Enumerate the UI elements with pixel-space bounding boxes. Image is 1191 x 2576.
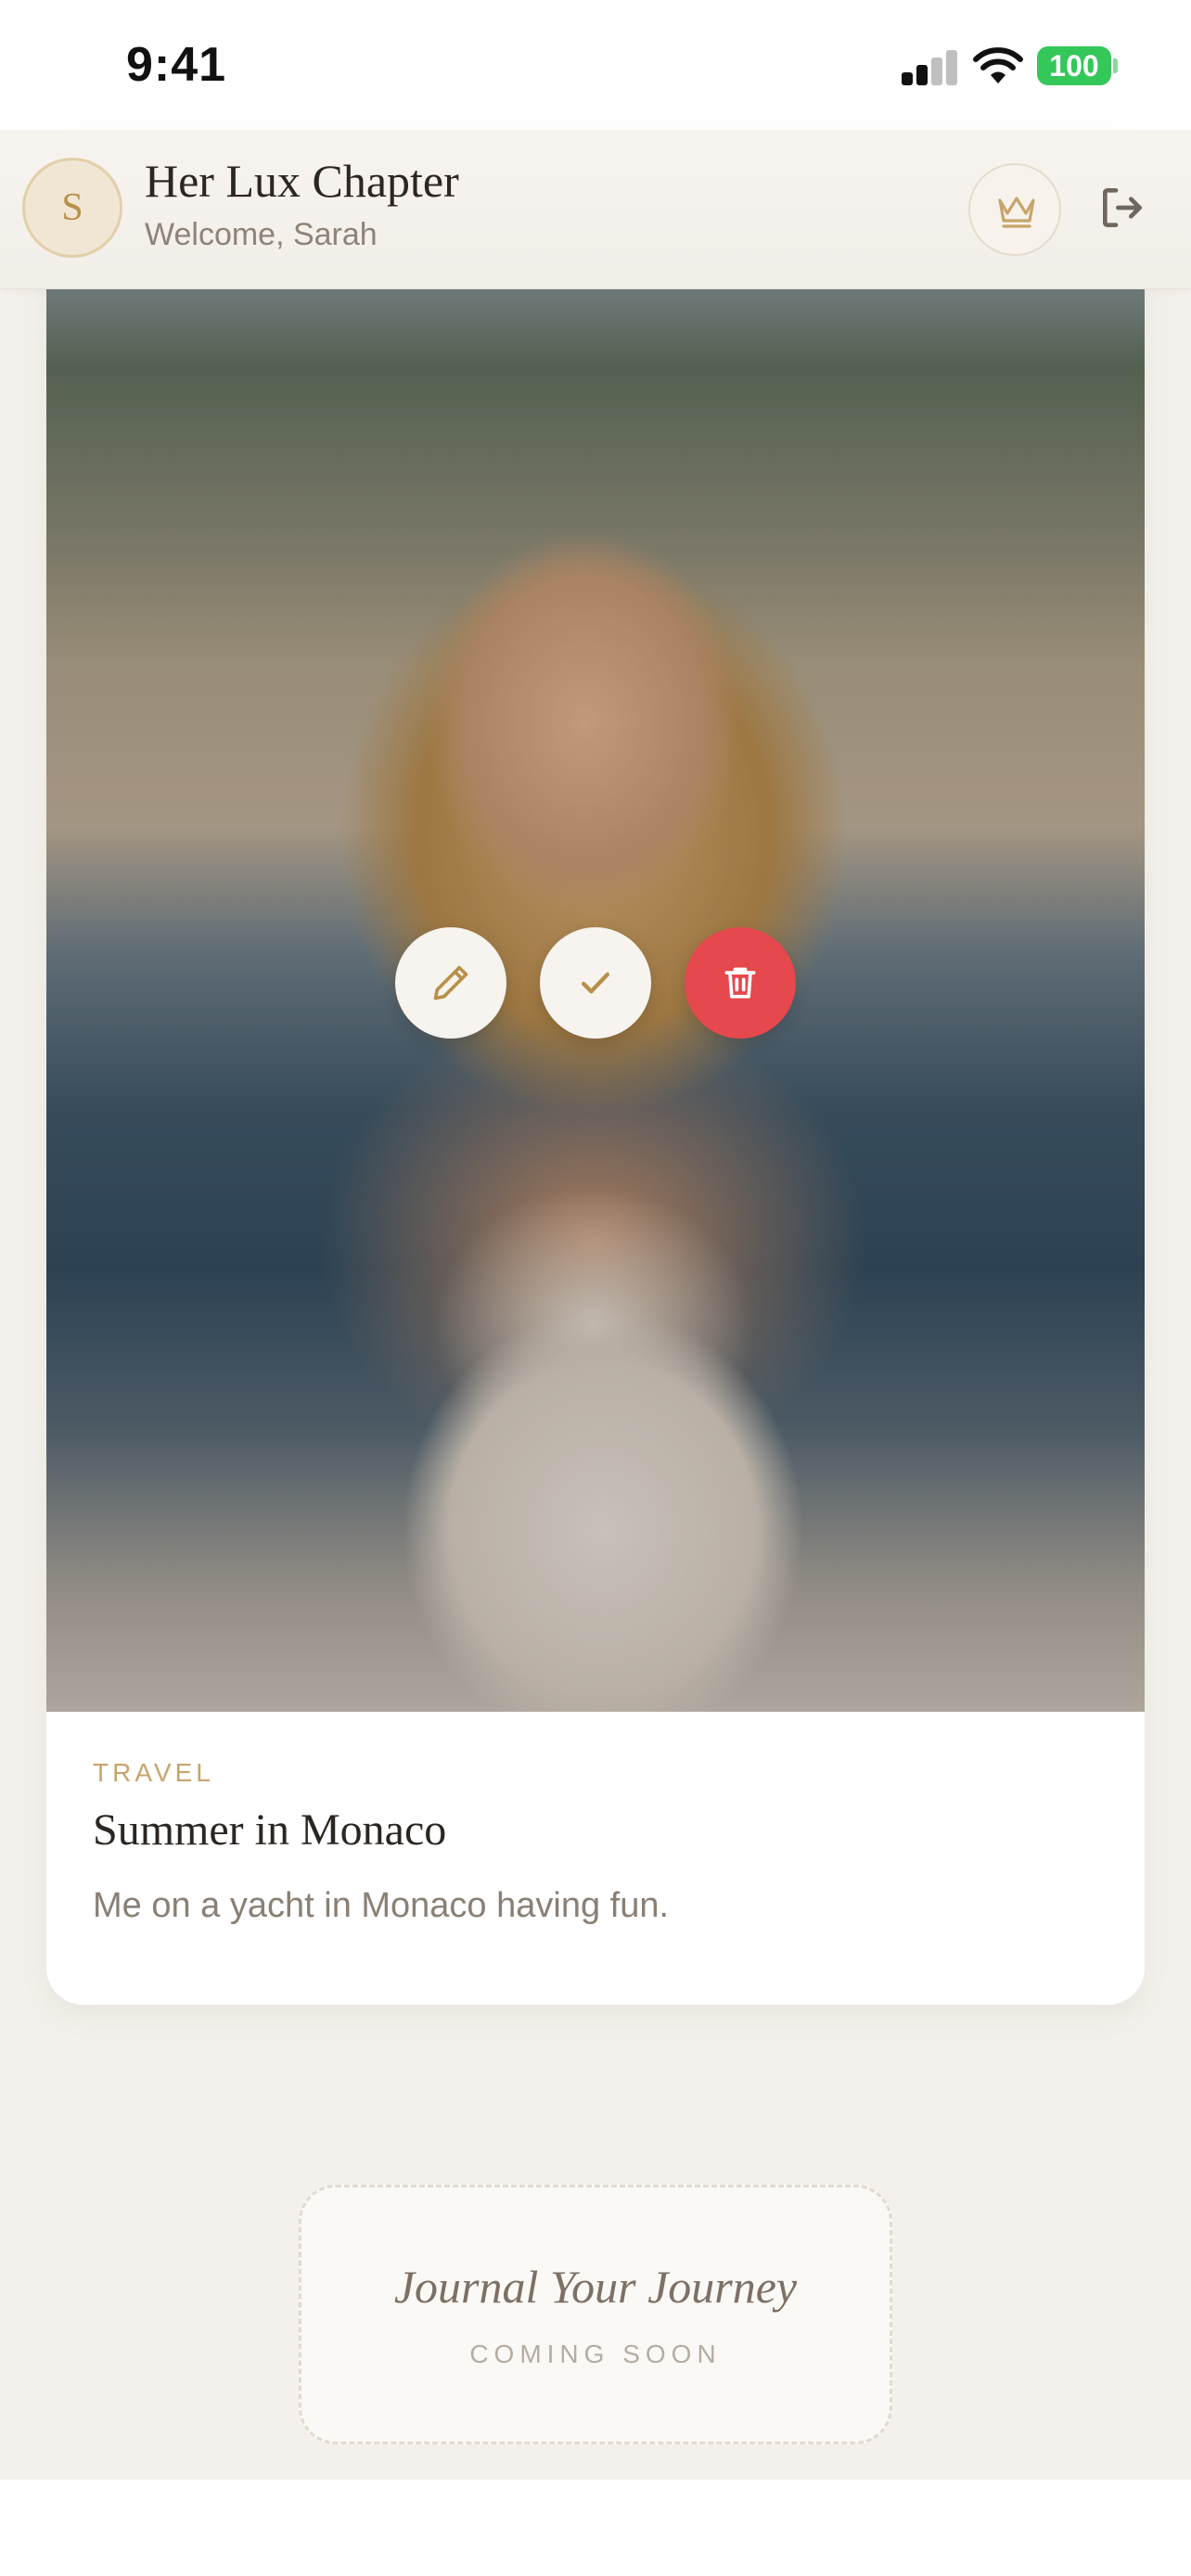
welcome-text: Welcome, Sarah [145,217,378,252]
coming-soon-title: Journal Your Journey [393,2261,798,2313]
avatar[interactable]: S [22,158,122,258]
logout-icon[interactable] [1096,182,1148,234]
coming-soon-label: COMING SOON [469,2340,722,2368]
app-header: S Her Lux Chapter Welcome, Sarah [0,130,1191,289]
confirm-button[interactable] [540,927,651,1039]
crown-icon [998,197,1035,228]
app-title: Her Lux Chapter [145,155,459,207]
card-title: Summer in Monaco [93,1805,447,1855]
status-bar: 9:41 100 [0,0,1191,130]
battery-nub [1113,58,1118,73]
edit-button[interactable] [395,927,506,1039]
premium-button[interactable] [968,163,1061,256]
photo [46,130,1145,1712]
delete-button[interactable] [685,927,796,1039]
card-description: Me on a yacht in Monaco having fun. [93,1886,670,1925]
trash-icon [724,967,756,999]
pencil-icon [433,965,468,1001]
wifi-icon [973,47,1023,83]
bottom-bar [0,2480,1191,2576]
coming-soon-card: Journal Your Journey COMING SOON [299,2185,892,2444]
card-body: TRAVEL Summer in Monaco Me on a yacht in… [46,1712,1145,2005]
status-time: 9:41 [126,38,227,92]
signal-icon [902,50,957,85]
category-label: TRAVEL [93,1758,214,1787]
journal-card[interactable]: TRAVEL Summer in Monaco Me on a yacht in… [46,130,1145,2005]
battery-indicator: 100 [1037,46,1111,85]
check-icon [581,972,610,994]
